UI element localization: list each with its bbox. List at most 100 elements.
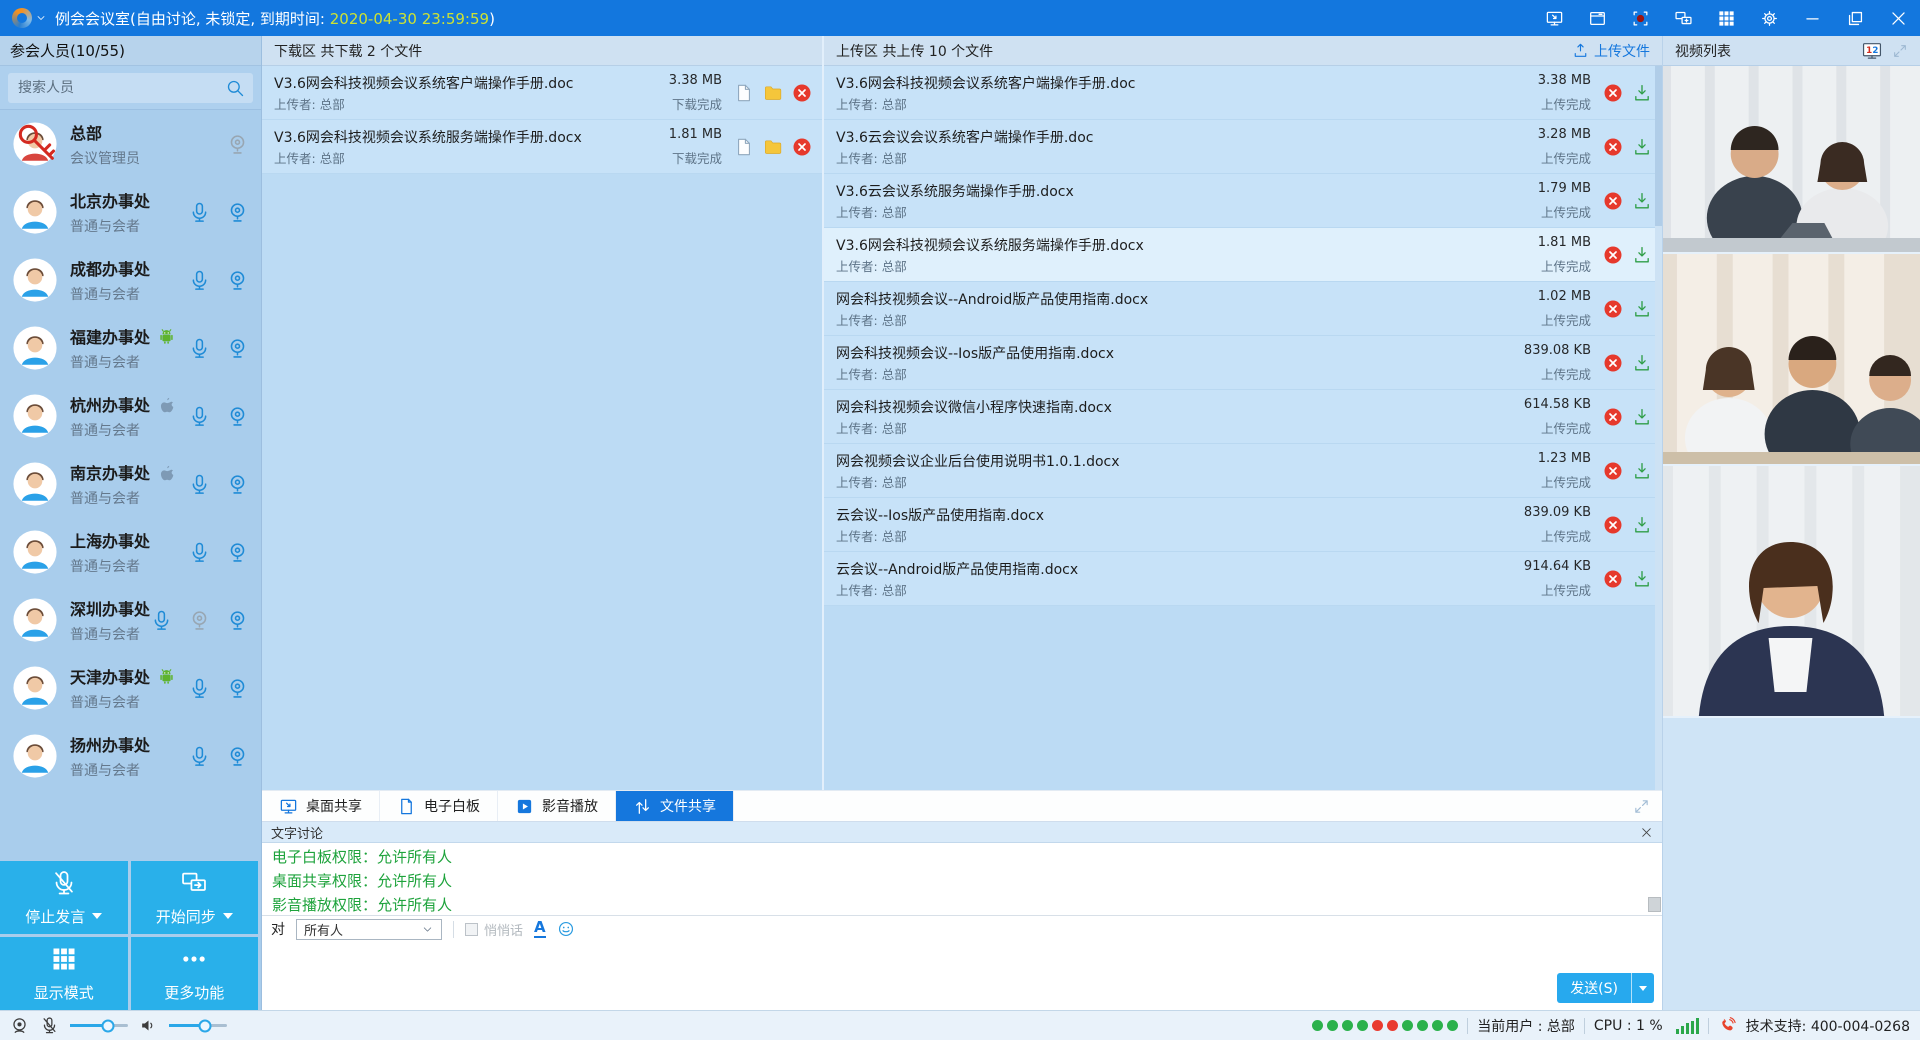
camera-icon[interactable] (226, 745, 249, 768)
open-folder-icon[interactable] (763, 137, 783, 157)
delete-icon[interactable] (1603, 353, 1623, 373)
mic-icon[interactable] (150, 609, 173, 632)
mic-icon[interactable] (188, 269, 211, 292)
camera-icon[interactable] (226, 269, 249, 292)
upload-file-row[interactable]: 网会视频会议企业后台使用说明书1.0.1.docx上传者: 总部 1.23 MB… (824, 444, 1662, 498)
net-share-button[interactable] (1674, 9, 1693, 28)
download-icon[interactable] (1632, 137, 1652, 157)
layout-grid-button[interactable] (1717, 9, 1736, 28)
delete-icon[interactable] (1603, 299, 1623, 319)
video-window-button[interactable] (1588, 9, 1607, 28)
download-icon[interactable] (1632, 353, 1652, 373)
participant-row-beijing[interactable]: 北京办事处 普通与会者 (0, 178, 261, 246)
upload-file-button[interactable]: 上传文件 (1572, 41, 1650, 61)
upload-file-row-selected[interactable]: V3.6网会科技视频会议系统服务端操作手册.docx上传者: 总部 1.81 M… (824, 228, 1662, 282)
tab-whiteboard[interactable]: 电子白板 (380, 791, 498, 821)
mic-volume-slider[interactable] (70, 1024, 128, 1027)
display-mode-button[interactable]: 显示模式 (0, 937, 128, 1010)
participant-row-fujian[interactable]: 福建办事处 普通与会者 (0, 314, 261, 382)
settings-button[interactable] (1760, 9, 1779, 28)
delete-icon[interactable] (1603, 245, 1623, 265)
mic-icon[interactable] (188, 745, 211, 768)
download-icon[interactable] (1632, 515, 1652, 535)
mic-icon[interactable] (188, 473, 211, 496)
search-input[interactable] (8, 73, 253, 103)
screen-share-button[interactable] (1545, 9, 1564, 28)
delete-icon[interactable] (1603, 461, 1623, 481)
participant-row-shanghai[interactable]: 上海办事处 普通与会者 (0, 518, 261, 586)
more-functions-button[interactable]: 更多功能 (131, 937, 259, 1010)
tab-media-play[interactable]: 影音播放 (498, 791, 616, 821)
mic-icon[interactable] (188, 201, 211, 224)
participant-row-nanjing[interactable]: 南京办事处 普通与会者 (0, 450, 261, 518)
search-icon[interactable] (225, 78, 245, 98)
speaker-icon[interactable] (139, 1016, 158, 1035)
download-icon[interactable] (1632, 407, 1652, 427)
scrollbar-thumb[interactable] (1655, 66, 1662, 226)
download-icon[interactable] (1632, 191, 1652, 211)
video-thumbnail-1[interactable] (1663, 66, 1920, 254)
upload-scrollbar[interactable] (1655, 66, 1662, 790)
camera-disabled-icon[interactable] (188, 609, 211, 632)
download-icon[interactable] (1632, 299, 1652, 319)
send-options-arrow[interactable] (1632, 973, 1654, 1003)
camera-icon[interactable] (226, 541, 249, 564)
camera-disabled-icon[interactable] (226, 133, 249, 156)
delete-icon[interactable] (1603, 83, 1623, 103)
start-sync-button[interactable]: 开始同步 (131, 861, 259, 934)
download-icon[interactable] (1632, 461, 1652, 481)
camera-icon[interactable] (226, 609, 249, 632)
expand-icon[interactable] (1892, 43, 1908, 59)
upload-file-row[interactable]: 网会科技视频会议--Android版产品使用指南.docx上传者: 总部 1.0… (824, 282, 1662, 336)
stop-speaking-button[interactable]: 停止发言 (0, 861, 128, 934)
speaker-volume-slider[interactable] (169, 1024, 227, 1027)
open-file-icon[interactable] (734, 137, 754, 157)
monitor-layout-icon[interactable] (1861, 40, 1883, 62)
download-file-row[interactable]: V3.6网会科技视频会议系统服务端操作手册.docx 上传者: 总部 1.81 … (262, 120, 822, 174)
font-color-button[interactable]: A (534, 920, 546, 938)
upload-file-row[interactable]: 网会科技视频会议微信小程序快速指南.docx上传者: 总部 614.58 KB上… (824, 390, 1662, 444)
participant-row-hangzhou[interactable]: 杭州办事处 普通与会者 (0, 382, 261, 450)
participant-row-shenzhen[interactable]: 深圳办事处 普通与会者 (0, 586, 261, 654)
maximize-button[interactable] (1846, 9, 1865, 28)
camera-icon[interactable] (226, 677, 249, 700)
mic-icon[interactable] (188, 337, 211, 360)
camera-icon[interactable] (226, 405, 249, 428)
emoji-icon[interactable] (557, 920, 575, 938)
camera-icon[interactable] (226, 473, 249, 496)
participant-row-tianjin[interactable]: 天津办事处 普通与会者 (0, 654, 261, 722)
camera-icon[interactable] (226, 201, 249, 224)
delete-icon[interactable] (792, 137, 812, 157)
tab-desktop-share[interactable]: 桌面共享 (262, 791, 380, 821)
record-button[interactable] (1631, 9, 1650, 28)
participant-row-yangzhou[interactable]: 扬州办事处 普通与会者 (0, 722, 261, 790)
video-thumbnail-3[interactable] (1663, 466, 1920, 718)
mic-icon[interactable] (188, 677, 211, 700)
camera-icon[interactable] (226, 337, 249, 360)
delete-icon[interactable] (792, 83, 812, 103)
download-icon[interactable] (1632, 83, 1652, 103)
whisper-checkbox[interactable] (465, 923, 478, 936)
open-folder-icon[interactable] (763, 83, 783, 103)
upload-file-row[interactable]: V3.6网会科技视频会议系统客户端操作手册.doc上传者: 总部 3.38 MB… (824, 66, 1662, 120)
app-logo-icon[interactable] (12, 8, 32, 28)
chat-scrollbar-thumb[interactable] (1648, 897, 1661, 912)
download-file-row[interactable]: V3.6网会科技视频会议系统客户端操作手册.doc 上传者: 总部 3.38 M… (262, 66, 822, 120)
delete-icon[interactable] (1603, 569, 1623, 589)
delete-icon[interactable] (1603, 191, 1623, 211)
delete-icon[interactable] (1603, 407, 1623, 427)
tab-file-share[interactable]: 文件共享 (616, 791, 734, 821)
expand-icon[interactable] (1633, 798, 1650, 815)
close-button[interactable] (1889, 9, 1908, 28)
mic-icon[interactable] (188, 405, 211, 428)
send-button[interactable]: 发送(S) (1557, 973, 1654, 1003)
upload-file-row[interactable]: 网会科技视频会议--Ios版产品使用指南.docx上传者: 总部 839.08 … (824, 336, 1662, 390)
participant-row-hq[interactable]: 总部 会议管理员 (0, 110, 261, 178)
upload-file-row[interactable]: V3.6云会议会议系统客户端操作手册.doc上传者: 总部 3.28 MB上传完… (824, 120, 1662, 174)
download-icon[interactable] (1632, 569, 1652, 589)
delete-icon[interactable] (1603, 515, 1623, 535)
delete-icon[interactable] (1603, 137, 1623, 157)
minimize-button[interactable] (1803, 9, 1822, 28)
video-thumbnail-2[interactable] (1663, 254, 1920, 466)
upload-file-row[interactable]: 云会议--Ios版产品使用指南.docx上传者: 总部 839.09 KB上传完… (824, 498, 1662, 552)
